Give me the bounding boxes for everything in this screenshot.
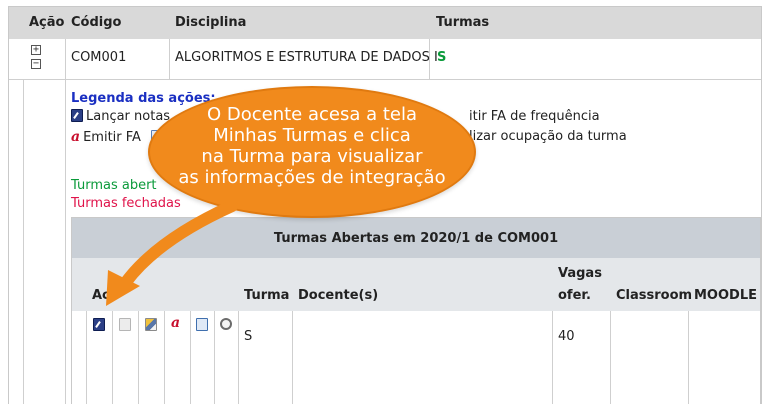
header-turma: Turma: [244, 288, 290, 303]
edit-icon[interactable]: [93, 318, 105, 331]
collapse-minus-icon[interactable]: −: [31, 59, 41, 69]
open-classes-label: Turmas abert: [71, 178, 157, 193]
table-header: Ação Código Disciplina Turmas: [9, 7, 761, 39]
callout-line: O Docente acesa a tela: [206, 104, 418, 125]
class-code: S: [244, 329, 253, 344]
open-classes-header: Ac Turma Docente(s) Vagas ofer. Classroo…: [72, 258, 760, 311]
clipboard-icon[interactable]: [196, 318, 208, 331]
header-acao: Ação: [29, 15, 65, 30]
header-disciplina: Disciplina: [175, 15, 247, 30]
header-turmas: Turmas: [436, 15, 490, 30]
header-codigo: Código: [71, 15, 122, 30]
course-name: ALGORITMOS E ESTRUTURA DE DADOS I: [175, 50, 438, 65]
report-icon[interactable]: [119, 318, 131, 331]
callout-line: as informações de integração: [178, 167, 446, 188]
header-vagas: Vagas: [558, 266, 602, 281]
callout-text: O Docente acesa a tela Minhas Turmas e c…: [148, 104, 476, 188]
header-docente: Docente(s): [298, 288, 379, 303]
header-acoes: Ac: [92, 288, 110, 303]
legend-item-fa-frequency: itir FA de frequência: [469, 109, 600, 124]
closed-classes-label: Turmas fechadas: [71, 196, 181, 211]
legend-label: Emitir FA: [83, 130, 141, 145]
fa-icon: a: [71, 129, 81, 145]
expand-plus-icon[interactable]: +: [31, 45, 41, 55]
callout-line: Minhas Turmas e clica: [213, 125, 411, 146]
course-code: COM001: [71, 50, 127, 65]
header-classroom: Classroom: [616, 288, 693, 303]
legend-item-occupancy: lizar ocupação da turma: [469, 129, 627, 144]
search-icon[interactable]: [220, 318, 232, 330]
edit-icon: [71, 109, 83, 122]
callout-line: na Turma para visualizar: [201, 146, 423, 167]
pencil-icon[interactable]: [145, 318, 157, 331]
header-moodle: MOODLE: [694, 288, 757, 303]
header-ofer: ofer.: [558, 288, 591, 303]
open-classes-title: Turmas Abertas em 2020/1 de COM001: [72, 218, 760, 258]
class-seats: 40: [558, 329, 575, 344]
fa-icon[interactable]: a: [171, 315, 180, 331]
open-classes-table: Turmas Abertas em 2020/1 de COM001 Ac Tu…: [71, 217, 761, 404]
classes-link[interactable]: S: [437, 50, 446, 65]
